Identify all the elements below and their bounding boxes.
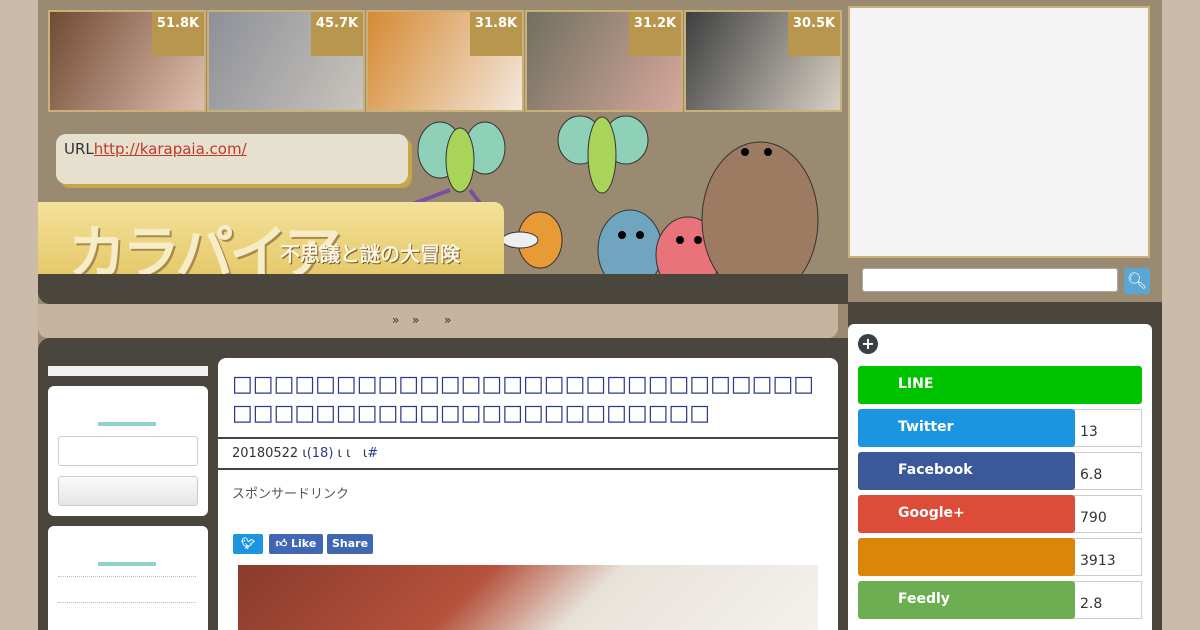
butterfly-mascot-icon (557, 115, 649, 194)
thumbs-up-icon: 👍︎ (275, 537, 288, 550)
line-share-button[interactable]: LINE (858, 366, 1142, 404)
widget-title-underline (98, 562, 156, 566)
bookmark-share-button[interactable] (858, 538, 1075, 576)
site-url-link[interactable]: http://karapaia.com/ (94, 140, 247, 158)
view-count: 31.8K (470, 12, 522, 56)
article-title[interactable]: □□□□□□□□□□□□□□□□□□□□□□□□□□□□□□□□□□□□□□□□… (232, 370, 822, 428)
list-divider (58, 576, 196, 577)
comment-count-link[interactable]: (18) (307, 446, 334, 461)
twitter-share-count: 13 (1074, 409, 1142, 447)
article-meta: 20180522 ι(18) ι ι ι# (232, 446, 378, 461)
search-area: 🔍︎ (848, 260, 1162, 302)
facebook-share-count: 6.8 (1074, 452, 1142, 490)
share-row-facebook[interactable]: Facebook 6.8 (858, 452, 1142, 490)
list-divider (58, 602, 196, 603)
left-search-button[interactable] (58, 476, 198, 506)
url-label: URL (64, 140, 94, 158)
like-label: Like (291, 537, 317, 550)
share-row-googleplus[interactable]: Google+ 790 (858, 495, 1142, 533)
googleplus-share-button[interactable]: Google+ (858, 495, 1075, 533)
advertisement-slot[interactable] (848, 6, 1150, 258)
divider (218, 468, 838, 470)
meta-separator: ι ι (337, 446, 351, 461)
view-count: 31.2K (629, 12, 681, 56)
breadcrumb: » » » (38, 304, 838, 338)
facebook-like-button[interactable]: 👍︎ Like (269, 534, 323, 554)
url-box: URLhttp://karapaia.com/ (56, 134, 408, 184)
facebook-share-button-side[interactable]: Facebook (858, 452, 1075, 490)
article-date: 20180522 (232, 446, 299, 461)
article-hero-image (238, 565, 818, 630)
share-panel: + LINE Twitter 13 Facebook 6.8 Google+ 7… (848, 324, 1152, 630)
tweet-button[interactable]: 🐦︎ (233, 534, 263, 554)
left-list-widget (48, 526, 208, 630)
share-row-bookmark[interactable]: 3913 (858, 538, 1142, 576)
thumbnail-2[interactable]: 45.7K (207, 10, 365, 112)
search-icon: 🔍︎ (1126, 271, 1148, 290)
googleplus-share-count: 790 (1074, 495, 1142, 533)
header-strip (38, 274, 848, 304)
share-row-twitter[interactable]: Twitter 13 (858, 409, 1142, 447)
popular-thumbnails: 51.8K 45.7K 31.8K 31.2K 30.5K (48, 10, 842, 112)
view-count: 30.5K (788, 12, 840, 56)
search-input[interactable] (862, 268, 1118, 292)
share-label: Share (331, 537, 369, 550)
view-count: 51.8K (152, 12, 204, 56)
breadcrumb-separator: » (392, 313, 400, 327)
plus-circle-icon[interactable]: + (858, 334, 878, 354)
view-count: 45.7K (311, 12, 363, 56)
twitter-bird-icon: 🐦︎ (241, 537, 255, 550)
breadcrumb-separator: » (444, 313, 452, 327)
thumbnail-4[interactable]: 31.2K (525, 10, 683, 112)
feedly-share-button[interactable]: Feedly (858, 581, 1075, 619)
widget-title-underline (98, 422, 156, 426)
share-row-line[interactable]: LINE (858, 366, 1142, 404)
twitter-share-button[interactable]: Twitter (858, 409, 1075, 447)
bookmark-share-count: 3913 (1074, 538, 1142, 576)
thumbnail-5[interactable]: 30.5K (684, 10, 842, 112)
article: □□□□□□□□□□□□□□□□□□□□□□□□□□□□□□□□□□□□□□□□… (218, 358, 838, 630)
sponsored-link-label: スポンサードリンク (232, 487, 350, 502)
facebook-share-button[interactable]: Share (327, 534, 373, 554)
left-search-widget (48, 386, 208, 516)
site-logo-bar[interactable]: カラパイア 不思議と謎の大冒険 (38, 202, 504, 287)
search-button[interactable]: 🔍︎ (1124, 268, 1150, 294)
site-tagline: 不思議と謎の大冒険 (280, 242, 460, 266)
thumbnail-1[interactable]: 51.8K (48, 10, 206, 112)
thumbnail-3[interactable]: 31.8K (366, 10, 524, 112)
share-row-feedly[interactable]: Feedly 2.8 (858, 581, 1142, 619)
left-column-header (48, 366, 208, 376)
left-search-input[interactable] (58, 436, 198, 466)
breadcrumb-separator: » (412, 313, 420, 327)
divider (218, 437, 838, 439)
fairy-mascot-icon (409, 121, 506, 212)
hash-link[interactable]: # (367, 446, 378, 461)
feedly-share-count: 2.8 (1074, 581, 1142, 619)
